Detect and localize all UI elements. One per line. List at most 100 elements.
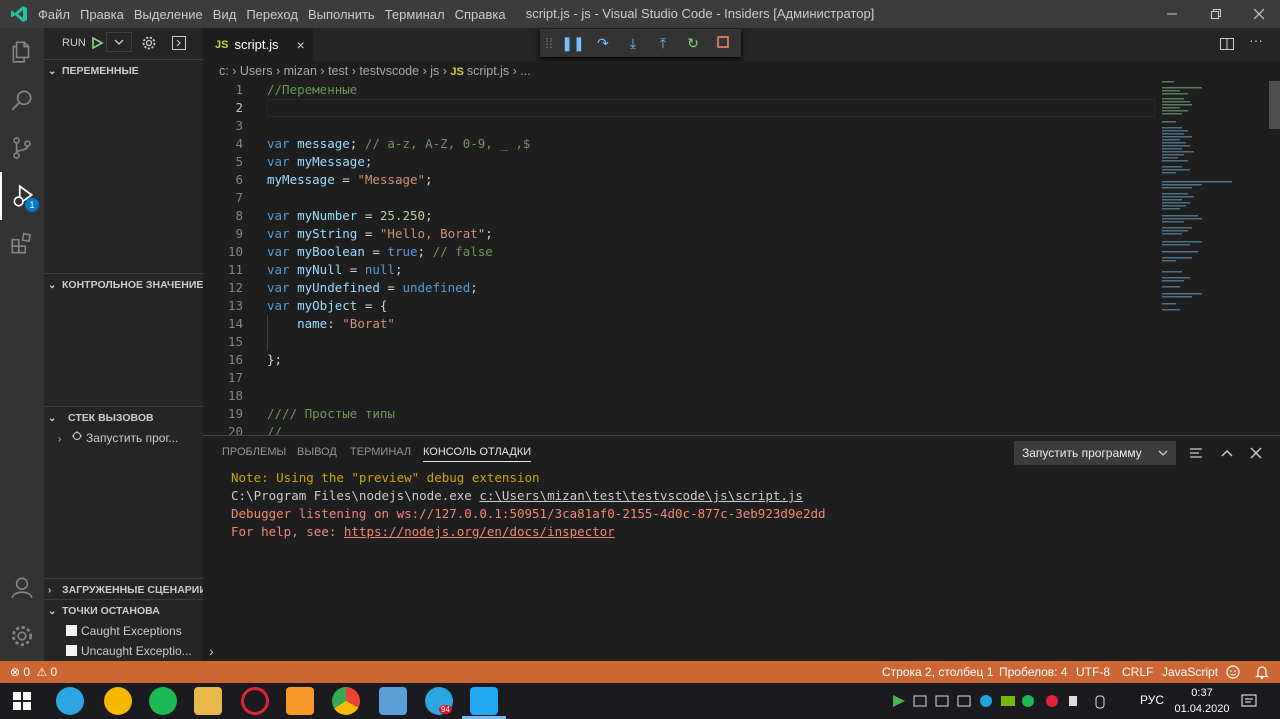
step-over-icon[interactable]: ↷: [588, 35, 618, 52]
console-line: Note: Using the "preview" debug extensio…: [231, 470, 540, 485]
chrome-icon[interactable]: [332, 687, 360, 715]
spotify-icon[interactable]: [149, 687, 177, 715]
console-input[interactable]: [223, 642, 1263, 660]
sublime-icon[interactable]: [286, 687, 314, 715]
menu-go[interactable]: Переход: [246, 7, 298, 22]
crumb-js[interactable]: js: [430, 64, 439, 78]
input-language[interactable]: РУС: [1140, 693, 1164, 707]
action-center-icon[interactable]: [1241, 693, 1257, 714]
system-tray-icons[interactable]: [892, 693, 1117, 709]
script-path-link[interactable]: c:\Users\mizan\test\testvscode\js\script…: [479, 488, 803, 503]
console-line: C:\Program Files\nodejs\node.exe c:\User…: [231, 488, 803, 503]
config-dropdown[interactable]: [106, 32, 132, 52]
variables-section-header[interactable]: ⌄ ПЕРЕМЕННЫЕ: [44, 59, 203, 81]
watch-section-header[interactable]: ⌄ КОНТРОЛЬНОЕ ЗНАЧЕНИЕ: [44, 273, 203, 295]
launch-config-select[interactable]: Запустить программу: [1014, 441, 1176, 465]
restart-icon[interactable]: ↻: [678, 35, 708, 52]
activity-bar: 1: [0, 28, 44, 661]
breakpoint-uncaught[interactable]: Uncaught Exceptio...: [66, 644, 192, 658]
js-file-icon: JS: [215, 38, 229, 51]
menu-view[interactable]: Вид: [213, 7, 237, 22]
tab-output[interactable]: ВЫВОД: [297, 446, 337, 458]
close-window-button[interactable]: [1240, 0, 1278, 28]
account-icon[interactable]: [0, 563, 44, 611]
loaded-scripts-section-header[interactable]: › ЗАГРУЖЕННЫЕ СЦЕНАРИИ: [44, 578, 203, 600]
tab-script-js[interactable]: JS script.js ×: [203, 28, 313, 61]
tab-terminal[interactable]: ТЕРМИНАЛ: [350, 446, 411, 458]
file-explorer-icon[interactable]: [194, 687, 222, 715]
search-icon[interactable]: [0, 76, 44, 124]
crumb-c[interactable]: c:: [219, 64, 229, 78]
telegram-icon-2[interactable]: 94: [425, 687, 453, 715]
start-debug-icon[interactable]: [90, 36, 104, 53]
menu-selection[interactable]: Выделение: [134, 7, 203, 22]
menu-terminal[interactable]: Терминал: [385, 7, 445, 22]
split-editor-icon[interactable]: [1219, 36, 1235, 57]
manage-gear-icon[interactable]: [0, 612, 44, 660]
indentation[interactable]: Пробелов: 4: [999, 661, 1068, 683]
debug-console-icon[interactable]: [171, 35, 187, 54]
launch-config-label: Запустить программу: [1022, 446, 1142, 460]
code-line: 1//Переменные: [235, 82, 358, 97]
clear-console-icon[interactable]: [1189, 446, 1203, 465]
checkbox-caught[interactable]: [66, 625, 77, 636]
menu-help[interactable]: Справка: [455, 7, 506, 22]
tab-problems[interactable]: ПРОБЛЕМЫ: [222, 446, 286, 458]
checkbox-uncaught[interactable]: [66, 645, 77, 656]
close-tab-icon[interactable]: ×: [297, 37, 305, 53]
maximize-panel-icon[interactable]: [1220, 446, 1234, 465]
vscode-insiders-icon[interactable]: [470, 687, 498, 715]
code-line: 17: [227, 370, 243, 385]
crumb-mizan[interactable]: mizan: [284, 64, 317, 78]
cursor-position[interactable]: Строка 2, столбец 1: [882, 661, 993, 683]
menu-file[interactable]: Файл: [38, 7, 70, 22]
crumb-users[interactable]: Users: [240, 64, 273, 78]
opera-icon[interactable]: [241, 687, 269, 715]
callstack-item[interactable]: › Запустить прог...: [58, 430, 178, 445]
code-line: 20//: [227, 424, 283, 435]
menu-edit[interactable]: Правка: [80, 7, 124, 22]
problems-indicator[interactable]: ⊗ 0 ⚠ 0: [10, 661, 57, 683]
tab-debug-console[interactable]: КОНСОЛЬ ОТЛАДКИ: [423, 446, 532, 462]
run-label: RUN: [62, 37, 86, 49]
encoding[interactable]: UTF-8: [1076, 661, 1110, 683]
code-line: 13 var myObject = {: [227, 298, 388, 313]
close-panel-icon[interactable]: [1249, 446, 1263, 465]
sidebar: RUN ⌄ ПЕРЕМЕННЫЕ ⌄ КОНТРОЛЬНОЕ ЗНАЧЕНИЕ ⌄ С…: [44, 28, 203, 661]
step-into-icon[interactable]: ⤓: [618, 35, 648, 52]
rdp-icon[interactable]: [379, 687, 407, 715]
more-actions-icon[interactable]: ···: [1249, 32, 1263, 48]
step-out-icon[interactable]: ⤒: [648, 35, 678, 52]
menu-run[interactable]: Выполнить: [308, 7, 375, 22]
code-line: 15: [227, 334, 243, 349]
breakpoint-caught[interactable]: Caught Exceptions: [66, 624, 182, 638]
minimize-button[interactable]: [1153, 0, 1191, 28]
telegram-icon[interactable]: [56, 687, 84, 715]
crumb-more[interactable]: ...: [520, 64, 530, 78]
clock[interactable]: 0:37 01.04.2020: [1172, 685, 1232, 717]
callstack-section-header[interactable]: ⌄ СТЕК ВЫЗОВОВ: [44, 406, 203, 428]
minimap[interactable]: [1160, 81, 1270, 331]
restore-button[interactable]: [1197, 0, 1235, 28]
extensions-icon[interactable]: [0, 220, 44, 268]
code-editor[interactable]: 1//Переменные 2 3 4 var message; // a-z, …: [203, 81, 1280, 435]
stop-icon[interactable]: [708, 35, 738, 51]
settings-gear-icon[interactable]: [141, 35, 157, 54]
crumb-file[interactable]: script.js: [467, 64, 509, 78]
inspector-docs-link[interactable]: https://nodejs.org/en/docs/inspector: [344, 524, 615, 539]
editor-scrollbar[interactable]: [1269, 81, 1280, 129]
language-mode[interactable]: JavaScript: [1162, 661, 1218, 683]
explorer-icon[interactable]: [0, 28, 44, 76]
pause-icon[interactable]: ❚❚: [558, 35, 588, 52]
code-line: 5 var myMessage;: [235, 154, 373, 169]
debug-badge: 1: [25, 198, 39, 212]
line-ending[interactable]: CRLF: [1122, 661, 1153, 683]
crumb-test[interactable]: test: [328, 64, 348, 78]
breakpoints-section-header[interactable]: ⌄ ТОЧКИ ОСТАНОВА: [44, 599, 203, 621]
run-debug-icon[interactable]: 1: [0, 172, 44, 220]
windows-start-icon[interactable]: [13, 692, 31, 715]
crumb-testvscode[interactable]: testvscode: [359, 64, 419, 78]
source-control-icon[interactable]: [0, 124, 44, 172]
app-icon[interactable]: [104, 687, 132, 715]
drag-handle-icon[interactable]: ⁞⁞: [540, 35, 558, 51]
